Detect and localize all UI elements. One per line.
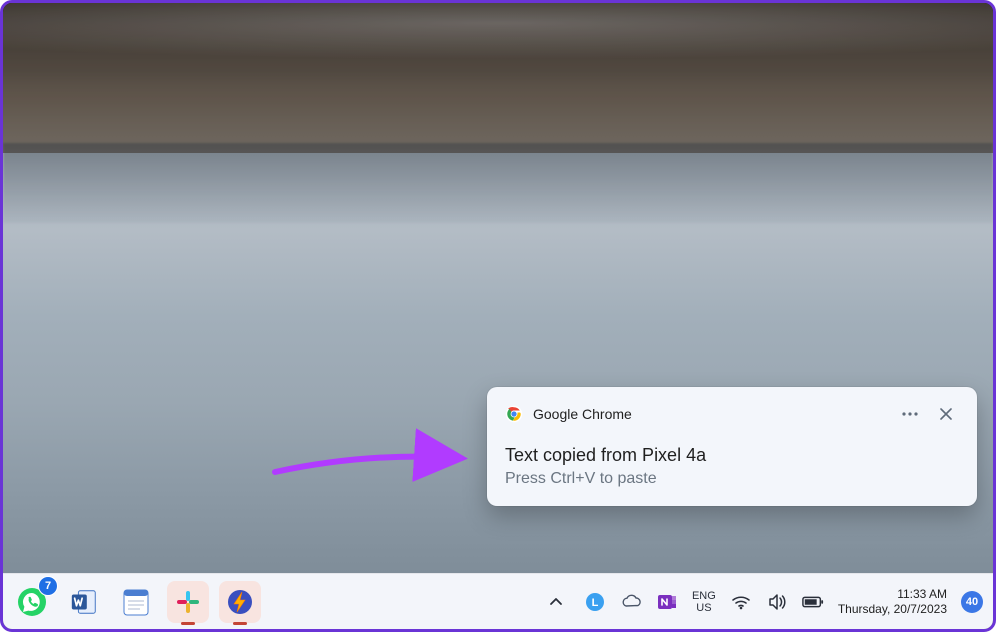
notification-toast: Google Chrome Text copied from Pixel 4a … bbox=[487, 387, 977, 506]
lang-bottom: US bbox=[692, 602, 716, 614]
bolt-icon bbox=[227, 589, 253, 615]
system-tray: L ENG US 11:33 AM bbox=[542, 587, 983, 617]
more-icon bbox=[902, 412, 918, 416]
desktop-screenshot: Google Chrome Text copied from Pixel 4a … bbox=[0, 0, 996, 632]
notification-more-button[interactable] bbox=[897, 401, 923, 427]
notification-close-button[interactable] bbox=[933, 401, 959, 427]
clock-date: Thursday, 20/7/2023 bbox=[838, 602, 947, 617]
slack-icon bbox=[175, 589, 201, 615]
clock-time: 11:33 AM bbox=[838, 587, 947, 602]
taskbar-app-word[interactable] bbox=[63, 581, 105, 623]
tray-app-circle-l[interactable]: L bbox=[584, 591, 606, 613]
wifi-icon bbox=[731, 594, 751, 610]
notification-title: Text copied from Pixel 4a bbox=[505, 445, 959, 466]
taskbar-app-whatsapp[interactable]: 7 bbox=[11, 581, 53, 623]
circle-l-icon: L bbox=[585, 592, 605, 612]
notification-app-name: Google Chrome bbox=[533, 406, 887, 422]
notepad-icon bbox=[122, 587, 150, 617]
tray-onenote[interactable] bbox=[656, 591, 678, 613]
battery-indicator[interactable] bbox=[802, 591, 824, 613]
taskbar-app-slack[interactable] bbox=[167, 581, 209, 623]
taskbar-pinned-apps: 7 bbox=[11, 581, 261, 623]
notification-center-badge[interactable]: 40 bbox=[961, 591, 983, 613]
tray-overflow-chevron[interactable] bbox=[542, 588, 570, 616]
volume-indicator[interactable] bbox=[766, 591, 788, 613]
svg-text:L: L bbox=[592, 597, 599, 609]
clock[interactable]: 11:33 AM Thursday, 20/7/2023 bbox=[838, 587, 947, 617]
lang-top: ENG bbox=[692, 590, 716, 602]
chevron-up-icon bbox=[549, 595, 563, 609]
onenote-icon bbox=[657, 592, 677, 612]
word-icon bbox=[69, 587, 99, 617]
chrome-icon bbox=[505, 405, 523, 423]
running-indicator bbox=[233, 622, 247, 625]
language-indicator[interactable]: ENG US bbox=[692, 590, 716, 614]
taskbar: 7 bbox=[3, 573, 993, 629]
wifi-indicator[interactable] bbox=[730, 591, 752, 613]
close-icon bbox=[940, 408, 952, 420]
whatsapp-badge: 7 bbox=[39, 577, 57, 595]
taskbar-app-notepad[interactable] bbox=[115, 581, 157, 623]
speaker-icon bbox=[767, 593, 787, 611]
taskbar-app-thunder[interactable] bbox=[219, 581, 261, 623]
battery-icon bbox=[802, 595, 824, 609]
onedrive-icon bbox=[620, 594, 642, 610]
running-indicator bbox=[181, 622, 195, 625]
notification-header: Google Chrome bbox=[505, 401, 959, 427]
notification-subtitle: Press Ctrl+V to paste bbox=[505, 470, 959, 488]
tray-onedrive[interactable] bbox=[620, 591, 642, 613]
